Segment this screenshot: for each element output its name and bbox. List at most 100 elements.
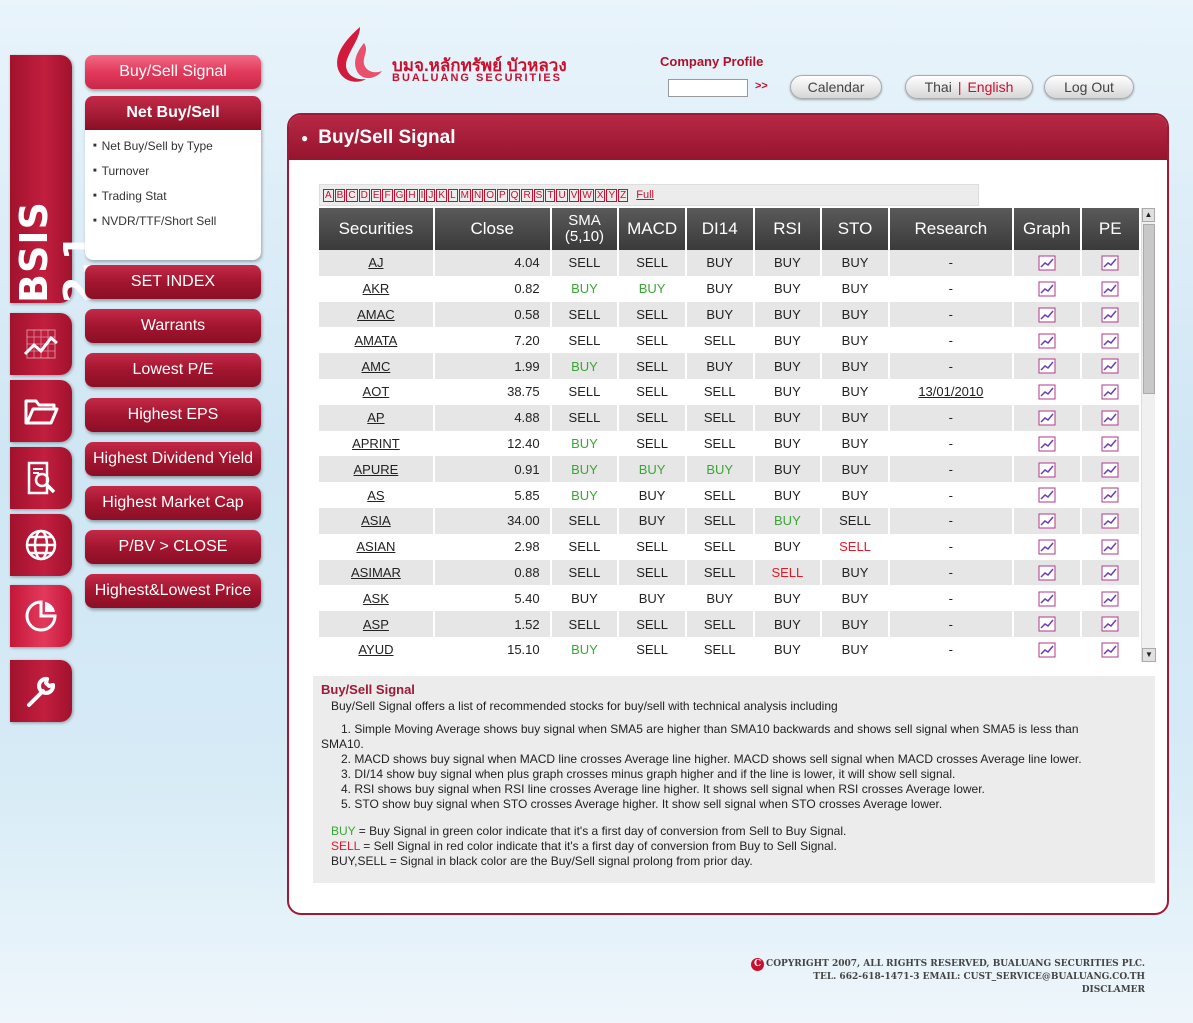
letter-filter-b[interactable]: B: [334, 188, 346, 202]
graph-chart-icon[interactable]: [1038, 358, 1056, 374]
pe-chart-icon[interactable]: [1101, 410, 1119, 426]
graph-chart-icon[interactable]: [1038, 384, 1056, 400]
col-securities[interactable]: Securities: [319, 208, 435, 250]
security-link[interactable]: APURE: [319, 456, 435, 483]
security-link[interactable]: AMATA: [319, 327, 435, 354]
company-profile-go-button[interactable]: >>: [755, 80, 768, 92]
security-link[interactable]: AS: [319, 482, 435, 508]
disclaimer-link[interactable]: DISCLAMER: [751, 984, 1145, 997]
logout-button[interactable]: Log Out: [1044, 75, 1134, 99]
col-close[interactable]: Close: [434, 208, 552, 250]
letter-filter-i[interactable]: I: [418, 188, 426, 202]
col-sto[interactable]: STO: [822, 208, 890, 250]
set-index-button[interactable]: SET INDEX: [85, 265, 261, 299]
pie-nav[interactable]: [10, 585, 72, 647]
trading-stat-link[interactable]: Trading Stat: [85, 183, 261, 208]
security-link[interactable]: ASIAN: [319, 533, 435, 560]
security-link[interactable]: AP: [319, 404, 435, 431]
letter-filter-c[interactable]: C: [346, 188, 358, 202]
letter-filter-h[interactable]: H: [406, 188, 418, 202]
security-link[interactable]: AOT: [319, 378, 435, 405]
col-macd[interactable]: MACD: [619, 208, 687, 250]
pe-chart-icon[interactable]: [1101, 591, 1119, 607]
pe-chart-icon[interactable]: [1101, 281, 1119, 297]
full-list-link[interactable]: Full: [635, 189, 655, 201]
graph-chart-icon[interactable]: [1038, 565, 1056, 581]
graph-chart-icon[interactable]: [1038, 487, 1056, 503]
security-link[interactable]: ASIMAR: [319, 559, 435, 586]
security-link[interactable]: ASIA: [319, 507, 435, 534]
pe-chart-icon[interactable]: [1101, 333, 1119, 349]
company-profile-input[interactable]: [668, 79, 748, 97]
highest-lowest-price-button[interactable]: Highest&Lowest Price: [85, 574, 261, 608]
col-rsi[interactable]: RSI: [754, 208, 823, 250]
letter-filter-s[interactable]: S: [533, 188, 545, 202]
pe-chart-icon[interactable]: [1101, 358, 1119, 374]
lowest-pe-button[interactable]: Lowest P/E: [85, 353, 261, 387]
net-buy-sell-heading[interactable]: Net Buy/Sell: [85, 96, 261, 130]
warrants-button[interactable]: Warrants: [85, 309, 261, 343]
graph-chart-icon[interactable]: [1038, 307, 1056, 323]
scroll-thumb[interactable]: [1143, 224, 1155, 394]
security-link[interactable]: APRINT: [319, 430, 435, 457]
graph-chart-icon[interactable]: [1038, 462, 1056, 478]
letter-filter-p[interactable]: P: [496, 188, 508, 202]
security-link[interactable]: AKR: [319, 275, 435, 302]
letter-filter-a[interactable]: A: [323, 188, 334, 202]
globe-nav[interactable]: [10, 514, 72, 576]
lang-english-button[interactable]: English: [967, 79, 1013, 95]
pe-chart-icon[interactable]: [1101, 384, 1119, 400]
letter-filter-k[interactable]: K: [436, 188, 448, 202]
scroll-down-icon[interactable]: ▼: [1142, 648, 1156, 662]
security-link[interactable]: AYUD: [319, 636, 435, 662]
security-link[interactable]: AJ: [319, 250, 435, 276]
letter-filter-d[interactable]: D: [358, 188, 370, 202]
nvdr-ttf-short-sell-link[interactable]: NVDR/TTF/Short Sell: [85, 208, 261, 233]
letter-filter-t[interactable]: T: [545, 188, 556, 202]
net-buy-sell-by-type-link[interactable]: Net Buy/Sell by Type: [85, 133, 261, 158]
highest-eps-button[interactable]: Highest EPS: [85, 398, 261, 432]
letter-filter-n[interactable]: N: [471, 188, 484, 202]
security-link[interactable]: ASK: [319, 585, 435, 612]
research-link[interactable]: 13/01/2010: [889, 378, 1014, 405]
letter-filter-u[interactable]: U: [556, 188, 568, 202]
pe-chart-icon[interactable]: [1101, 307, 1119, 323]
pe-chart-icon[interactable]: [1101, 255, 1119, 271]
letter-filter-f[interactable]: F: [382, 188, 393, 202]
folder-nav[interactable]: [10, 380, 72, 442]
letter-filter-g[interactable]: G: [393, 188, 406, 202]
lang-thai-button[interactable]: Thai: [925, 79, 952, 95]
letter-filter-q[interactable]: Q: [508, 188, 521, 202]
pe-chart-icon[interactable]: [1101, 539, 1119, 555]
letter-filter-z[interactable]: Z: [618, 188, 629, 202]
pe-chart-icon[interactable]: [1101, 462, 1119, 478]
letter-filter-v[interactable]: V: [568, 188, 580, 202]
letter-filter-m[interactable]: M: [458, 188, 471, 202]
pe-chart-icon[interactable]: [1101, 487, 1119, 503]
graph-chart-icon[interactable]: [1038, 436, 1056, 452]
report-nav[interactable]: [10, 447, 72, 509]
col-sma[interactable]: SMA (5,10): [551, 208, 620, 250]
letter-filter-e[interactable]: E: [370, 188, 382, 202]
letter-filter-w[interactable]: W: [580, 188, 594, 202]
graph-chart-icon[interactable]: [1038, 333, 1056, 349]
security-link[interactable]: ASP: [319, 611, 435, 637]
col-research[interactable]: Research: [889, 208, 1014, 250]
graph-chart-icon[interactable]: [1038, 591, 1056, 607]
pe-chart-icon[interactable]: [1101, 436, 1119, 452]
security-link[interactable]: AMC: [319, 353, 435, 379]
graph-chart-icon[interactable]: [1038, 410, 1056, 426]
pe-chart-icon[interactable]: [1101, 642, 1119, 658]
pe-chart-icon[interactable]: [1101, 513, 1119, 529]
col-di14[interactable]: DI14: [686, 208, 755, 250]
chart-nav[interactable]: [10, 313, 72, 375]
graph-chart-icon[interactable]: [1038, 539, 1056, 555]
graph-chart-icon[interactable]: [1038, 255, 1056, 271]
pbv-close-button[interactable]: P/BV > CLOSE: [85, 530, 261, 564]
highest-market-cap-button[interactable]: Highest Market Cap: [85, 486, 261, 520]
pe-chart-icon[interactable]: [1101, 616, 1119, 632]
graph-chart-icon[interactable]: [1038, 281, 1056, 297]
graph-chart-icon[interactable]: [1038, 642, 1056, 658]
letter-filter-l[interactable]: L: [448, 188, 458, 202]
calendar-button[interactable]: Calendar: [790, 75, 882, 99]
